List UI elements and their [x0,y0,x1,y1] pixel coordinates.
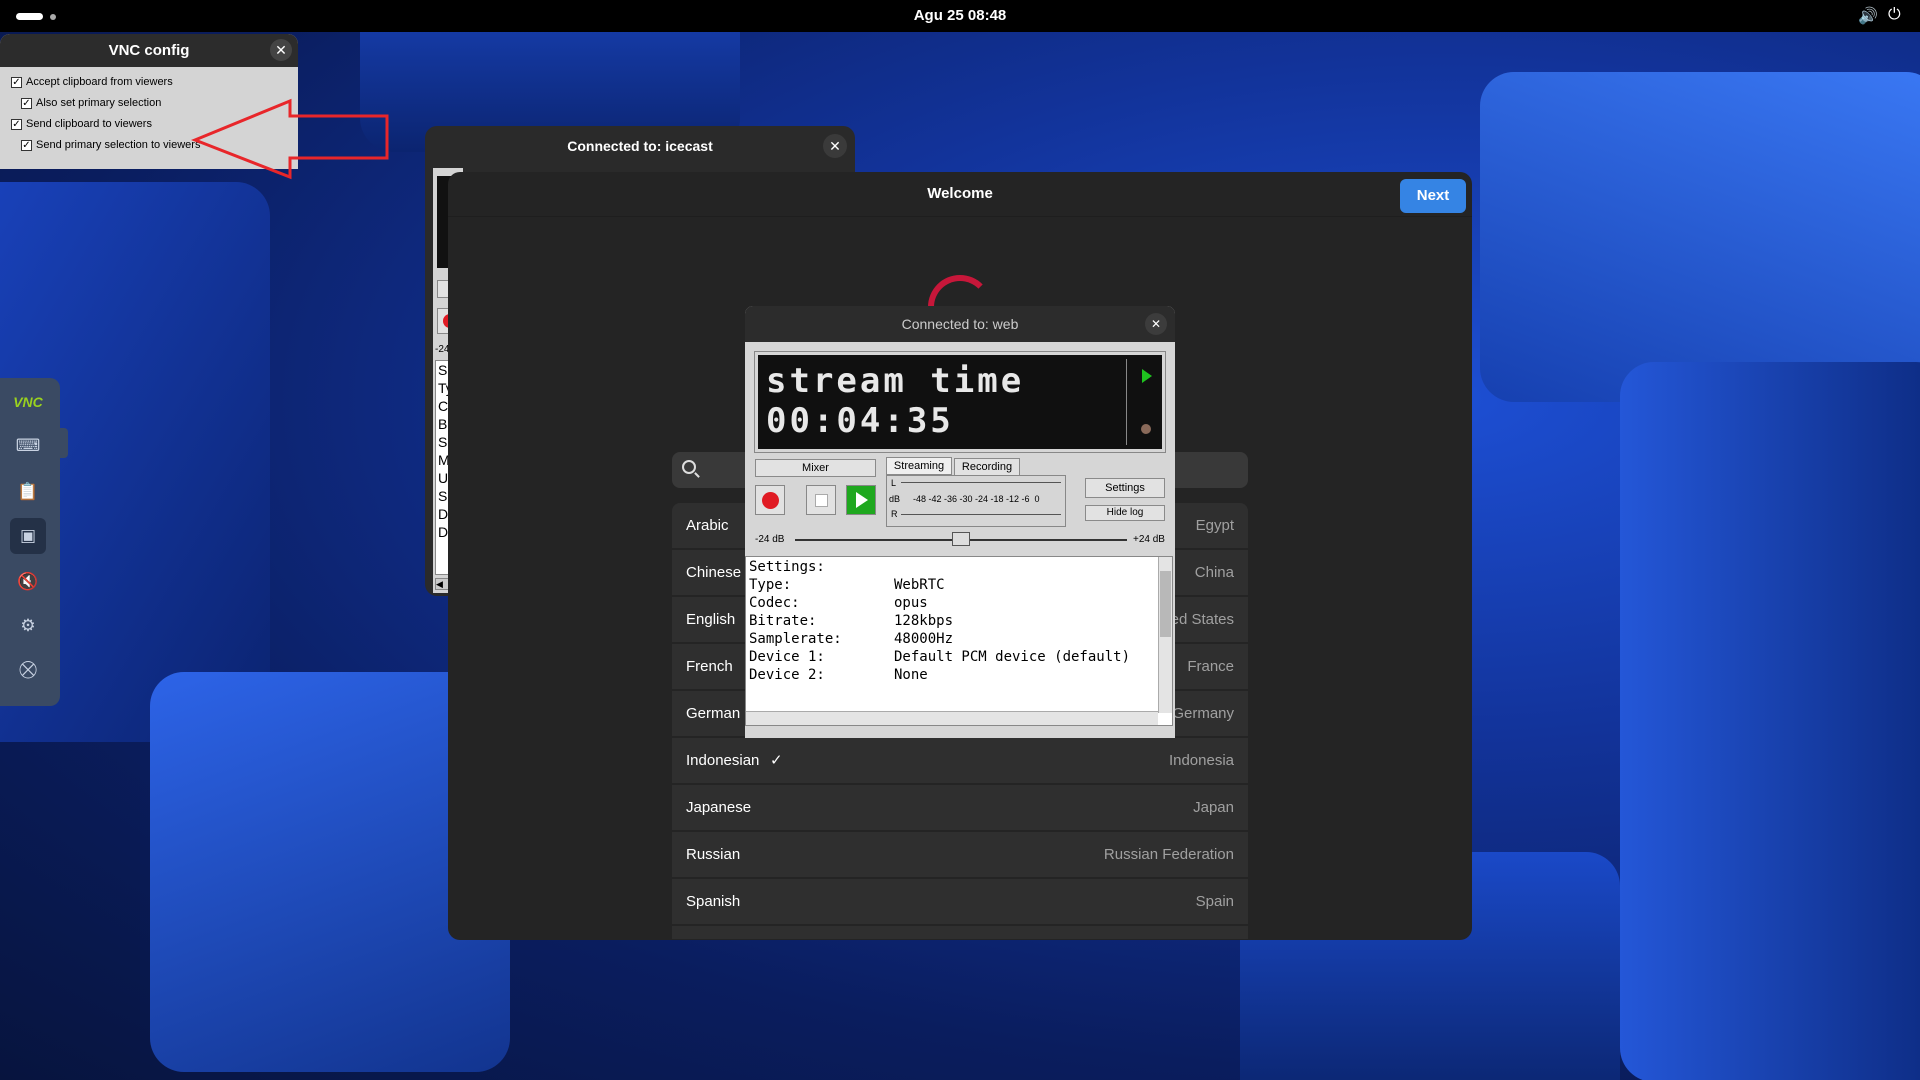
record-icon [762,492,779,509]
stop-button[interactable] [806,485,836,515]
next-button[interactable]: Next [1400,179,1466,213]
search-icon-handle [694,472,700,478]
region-name: Egypt [1195,517,1234,534]
log-line: Device 1: Default PCM device (default) [749,649,1131,665]
log-line: Device 2: None [749,667,928,683]
keyboard-icon[interactable]: ⌨ [10,428,46,464]
gear-icon[interactable]: ⚙ [10,608,46,644]
play-status-icon [1142,369,1152,383]
option-also-set-primary[interactable]: ✓ Also set primary selection [21,97,161,109]
level-meter: L dB R -48 -42 -36 -30 -24 -18 -12 -6 0 [886,475,1066,527]
option-send-primary[interactable]: ✓ Send primary selection to viewers [21,139,200,151]
display-line1: stream time [766,361,1025,401]
sidebar-handle[interactable] [60,428,68,458]
log-line: Type: WebRTC [749,577,945,593]
stop-icon [815,494,828,507]
disconnect-icon[interactable]: ⛒ [10,652,46,688]
vnc-config-titlebar: VNC config ✕ [0,34,298,67]
display-divider [1126,359,1127,445]
meter-scale: -48 -42 -36 -30 -24 -18 -12 -6 0 [913,494,1040,504]
vertical-scrollbar[interactable] [1158,557,1172,713]
log-line: Codec: opus [749,595,928,611]
language-name: English [686,611,736,628]
log-line: Samplerate: 48000Hz [749,631,954,647]
region-name: France [1187,658,1234,675]
log-text: Settings: Type: WebRTC Codec: opus Bitrate… [749,558,1130,684]
close-icon[interactable]: ✕ [1145,313,1167,335]
language-name: Arabic [686,517,729,534]
hide-log-button[interactable]: Hide log [1085,505,1165,521]
log-panel: Settings: Type: WebRTC Codec: opus Bitrate… [745,556,1173,726]
language-name: French [686,658,733,675]
region-name: Japan [1193,799,1234,816]
close-icon[interactable]: ✕ [823,134,847,158]
clipboard-icon[interactable]: 📋 [10,474,46,510]
top-bar: Agu 25 08:48 🔊 ⏻ [0,0,1920,32]
icecast-title: Connected to: icecast [567,138,713,154]
web-titlebar: Connected to: web ✕ [745,306,1175,342]
language-name: Indonesian [686,752,760,769]
region-name: Spain [1195,893,1234,910]
region-name: China [1194,564,1234,581]
close-icon[interactable]: ✕ [270,39,292,61]
stream-time-display: stream time 00:04:35 [754,351,1166,453]
gain-slider-handle[interactable] [952,532,970,546]
fullscreen-icon[interactable]: ▣ [10,518,46,554]
checkbox[interactable]: ✓ [21,97,32,109]
region-name: Germany [1172,705,1234,722]
language-name: Russian [686,846,741,863]
meter-right-label: R [891,509,898,519]
meter-db-label: dB [889,494,901,504]
settings-button[interactable]: Settings [1085,478,1165,498]
language-name: Spanish [686,893,741,910]
header-divider [448,216,1472,217]
language-name: German [686,705,741,722]
horizontal-scrollbar[interactable] [746,711,1158,725]
checkbox[interactable]: ✓ [11,76,22,88]
list-item[interactable]: Japanese Japan [672,785,1248,831]
play-icon [856,492,868,508]
gain-min-label: -24 dB [755,534,785,545]
list-item[interactable] [672,926,1248,940]
volume-icon[interactable]: 🔊 [1858,6,1878,26]
meter-left-label: L [891,478,897,488]
power-icon[interactable]: ⏻ [1888,6,1901,24]
record-status-icon [1141,424,1151,434]
mixer-button[interactable]: Mixer [755,459,876,477]
vnc-sidebar: VNC ⌨ 📋 ▣ 🔇 ⚙ ⛒ [0,378,68,706]
region-name: Indonesia [1168,752,1234,769]
vnc-logo: VNC [13,394,43,410]
vnc-config-title: VNC config [108,42,190,59]
checkbox[interactable]: ✓ [11,118,22,130]
region-name: Russian Federation [1103,846,1234,863]
log-line: Bitrate: 128kbps [749,613,954,629]
language-name: Japanese [686,799,752,816]
checkbox[interactable]: ✓ [21,139,32,151]
meter-right-bar [901,514,1061,520]
display-line2: 00:04:35 [766,401,954,441]
language-name: Chinese [686,564,742,581]
mute-icon[interactable]: 🔇 [10,564,46,600]
web-title: Connected to: web [901,316,1019,332]
tab-streaming[interactable]: Streaming [886,457,952,475]
play-button[interactable] [846,485,876,515]
log-line: Settings: [749,559,825,575]
welcome-title: Welcome [927,185,993,202]
scrollbar-thumb[interactable] [1160,571,1171,637]
list-item[interactable]: Spanish Spain [672,879,1248,925]
clock[interactable]: Agu 25 08:48 [0,7,1920,24]
meter-left-bar [901,482,1061,488]
list-item-selected[interactable]: Indonesian ✓ Indonesia [672,738,1248,784]
list-item[interactable]: Russian Russian Federation [672,832,1248,878]
check-icon: ✓ [770,752,783,769]
option-send-clipboard[interactable]: ✓ Send clipboard to viewers [11,118,152,130]
option-accept-clipboard[interactable]: ✓ Accept clipboard from viewers [11,76,173,88]
tab-recording[interactable]: Recording [954,458,1020,476]
annotation-arrow [190,98,389,180]
record-button[interactable] [755,485,785,515]
gain-max-label: +24 dB [1133,534,1165,545]
web-dialog: Connected to: web ✕ stream time 00:04:35… [745,306,1175,738]
